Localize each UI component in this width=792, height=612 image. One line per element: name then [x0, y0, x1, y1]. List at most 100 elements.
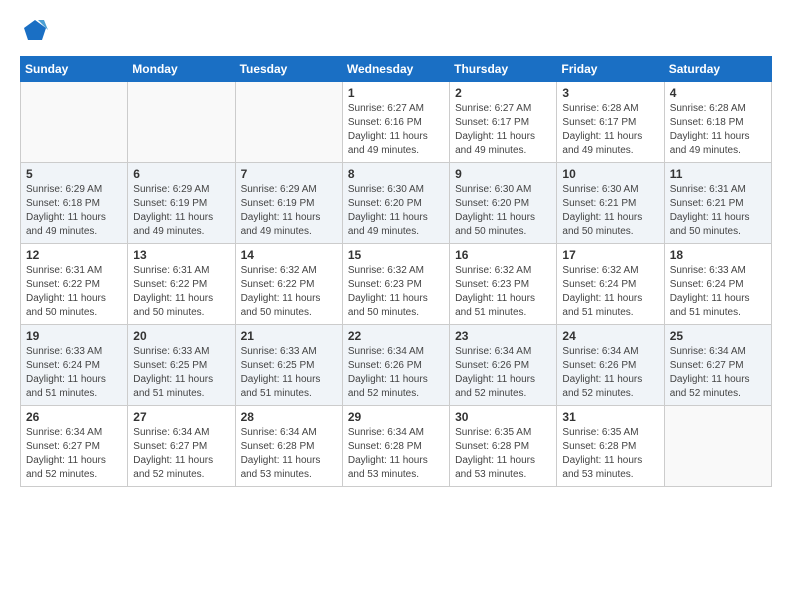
- day-number: 4: [670, 86, 766, 100]
- day-number: 24: [562, 329, 658, 343]
- calendar-cell: 1Sunrise: 6:27 AMSunset: 6:16 PMDaylight…: [342, 82, 449, 163]
- day-info: Sunrise: 6:34 AMSunset: 6:27 PMDaylight:…: [26, 426, 122, 482]
- calendar-cell: 9 Sunrise: 6:30 AMSunset: 6:20 PMDaylight…: [450, 163, 557, 244]
- day-info: Sunrise: 6:29 AMSunset: 6:18 PMDaylight:…: [26, 183, 122, 239]
- day-info: Sunrise: 6:33 AMSunset: 6:24 PMDaylight:…: [670, 264, 766, 320]
- day-info: Sunrise: 6:31 AMSunset: 6:22 PMDaylight:…: [26, 264, 122, 320]
- calendar-cell: 15Sunrise: 6:32 AMSunset: 6:23 PMDayligh…: [342, 244, 449, 325]
- day-number: 7: [241, 167, 337, 181]
- calendar-header-thursday: Thursday: [450, 57, 557, 82]
- calendar-week-row: 12 Sunrise: 6:31 AMSunset: 6:22 PMDayligh…: [21, 244, 772, 325]
- day-info: Sunrise: 6:27 AMSunset: 6:17 PMDaylight:…: [455, 102, 551, 158]
- calendar-cell: [21, 82, 128, 163]
- calendar-cell: [664, 406, 771, 487]
- day-number: 14: [241, 248, 337, 262]
- calendar-cell: 2 Sunrise: 6:27 AMSunset: 6:17 PMDaylight…: [450, 82, 557, 163]
- day-number: 3: [562, 86, 658, 100]
- day-info: Sunrise: 6:31 AMSunset: 6:21 PMDaylight:…: [670, 183, 766, 239]
- calendar-cell: 30 Sunrise: 6:35 AMSunset: 6:28 PMDayligh…: [450, 406, 557, 487]
- day-number: 13: [133, 248, 229, 262]
- day-info: Sunrise: 6:30 AMSunset: 6:20 PMDaylight:…: [455, 183, 551, 239]
- day-info: Sunrise: 6:34 AMSunset: 6:28 PMDaylight:…: [348, 426, 444, 482]
- day-number: 19: [26, 329, 122, 343]
- day-info: Sunrise: 6:32 AMSunset: 6:22 PMDaylight:…: [241, 264, 337, 320]
- logo-icon: [20, 16, 50, 46]
- day-info: Sunrise: 6:34 AMSunset: 6:28 PMDaylight:…: [241, 426, 337, 482]
- calendar-cell: 3 Sunrise: 6:28 AMSunset: 6:17 PMDaylight…: [557, 82, 664, 163]
- calendar-cell: 12 Sunrise: 6:31 AMSunset: 6:22 PMDayligh…: [21, 244, 128, 325]
- calendar-week-row: 26 Sunrise: 6:34 AMSunset: 6:27 PMDayligh…: [21, 406, 772, 487]
- calendar-header-friday: Friday: [557, 57, 664, 82]
- day-number: 21: [241, 329, 337, 343]
- calendar-cell: 13 Sunrise: 6:31 AMSunset: 6:22 PMDayligh…: [128, 244, 235, 325]
- day-info: Sunrise: 6:29 AMSunset: 6:19 PMDaylight:…: [241, 183, 337, 239]
- calendar-cell: 18 Sunrise: 6:33 AMSunset: 6:24 PMDayligh…: [664, 244, 771, 325]
- calendar-cell: 27 Sunrise: 6:34 AMSunset: 6:27 PMDayligh…: [128, 406, 235, 487]
- header: [20, 16, 772, 46]
- day-info: Sunrise: 6:34 AMSunset: 6:26 PMDaylight:…: [562, 345, 658, 401]
- calendar-cell: 16Sunrise: 6:32 AMSunset: 6:23 PMDayligh…: [450, 244, 557, 325]
- day-number: 11: [670, 167, 766, 181]
- calendar-cell: 29 Sunrise: 6:34 AMSunset: 6:28 PMDayligh…: [342, 406, 449, 487]
- day-info: Sunrise: 6:28 AMSunset: 6:18 PMDaylight:…: [670, 102, 766, 158]
- day-number: 10: [562, 167, 658, 181]
- calendar-cell: 31 Sunrise: 6:35 AMSunset: 6:28 PMDayligh…: [557, 406, 664, 487]
- calendar-cell: 7 Sunrise: 6:29 AMSunset: 6:19 PMDaylight…: [235, 163, 342, 244]
- calendar-cell: 22Sunrise: 6:34 AMSunset: 6:26 PMDayligh…: [342, 325, 449, 406]
- day-info: Sunrise: 6:32 AMSunset: 6:24 PMDaylight:…: [562, 264, 658, 320]
- calendar-header-saturday: Saturday: [664, 57, 771, 82]
- day-info: Sunrise: 6:30 AMSunset: 6:21 PMDaylight:…: [562, 183, 658, 239]
- day-number: 5: [26, 167, 122, 181]
- calendar-cell: 20Sunrise: 6:33 AMSunset: 6:25 PMDayligh…: [128, 325, 235, 406]
- day-number: 28: [241, 410, 337, 424]
- day-info: Sunrise: 6:31 AMSunset: 6:22 PMDaylight:…: [133, 264, 229, 320]
- calendar-cell: [128, 82, 235, 163]
- day-number: 31: [562, 410, 658, 424]
- day-number: 18: [670, 248, 766, 262]
- day-info: Sunrise: 6:33 AMSunset: 6:24 PMDaylight:…: [26, 345, 122, 401]
- day-number: 17: [562, 248, 658, 262]
- calendar-cell: 17 Sunrise: 6:32 AMSunset: 6:24 PMDayligh…: [557, 244, 664, 325]
- calendar-cell: 26 Sunrise: 6:34 AMSunset: 6:27 PMDayligh…: [21, 406, 128, 487]
- day-number: 1: [348, 86, 444, 100]
- day-number: 27: [133, 410, 229, 424]
- day-info: Sunrise: 6:34 AMSunset: 6:26 PMDaylight:…: [455, 345, 551, 401]
- calendar-header-row: SundayMondayTuesdayWednesdayThursdayFrid…: [21, 57, 772, 82]
- day-info: Sunrise: 6:30 AMSunset: 6:20 PMDaylight:…: [348, 183, 444, 239]
- calendar-cell: [235, 82, 342, 163]
- day-number: 9: [455, 167, 551, 181]
- page: SundayMondayTuesdayWednesdayThursdayFrid…: [0, 0, 792, 612]
- calendar-header-wednesday: Wednesday: [342, 57, 449, 82]
- day-info: Sunrise: 6:35 AMSunset: 6:28 PMDaylight:…: [455, 426, 551, 482]
- day-info: Sunrise: 6:35 AMSunset: 6:28 PMDaylight:…: [562, 426, 658, 482]
- calendar-cell: 21 Sunrise: 6:33 AMSunset: 6:25 PMDayligh…: [235, 325, 342, 406]
- day-info: Sunrise: 6:34 AMSunset: 6:26 PMDaylight:…: [348, 345, 444, 401]
- calendar-cell: 19 Sunrise: 6:33 AMSunset: 6:24 PMDayligh…: [21, 325, 128, 406]
- day-number: 23: [455, 329, 551, 343]
- calendar-week-row: 1Sunrise: 6:27 AMSunset: 6:16 PMDaylight…: [21, 82, 772, 163]
- day-info: Sunrise: 6:34 AMSunset: 6:27 PMDaylight:…: [670, 345, 766, 401]
- calendar-cell: 6 Sunrise: 6:29 AMSunset: 6:19 PMDaylight…: [128, 163, 235, 244]
- day-info: Sunrise: 6:29 AMSunset: 6:19 PMDaylight:…: [133, 183, 229, 239]
- calendar-week-row: 19 Sunrise: 6:33 AMSunset: 6:24 PMDayligh…: [21, 325, 772, 406]
- day-number: 6: [133, 167, 229, 181]
- day-number: 2: [455, 86, 551, 100]
- day-number: 29: [348, 410, 444, 424]
- day-number: 26: [26, 410, 122, 424]
- calendar-cell: 4 Sunrise: 6:28 AMSunset: 6:18 PMDaylight…: [664, 82, 771, 163]
- calendar-header-tuesday: Tuesday: [235, 57, 342, 82]
- calendar-cell: 8Sunrise: 6:30 AMSunset: 6:20 PMDaylight…: [342, 163, 449, 244]
- calendar-cell: 11 Sunrise: 6:31 AMSunset: 6:21 PMDayligh…: [664, 163, 771, 244]
- day-info: Sunrise: 6:33 AMSunset: 6:25 PMDaylight:…: [241, 345, 337, 401]
- day-info: Sunrise: 6:34 AMSunset: 6:27 PMDaylight:…: [133, 426, 229, 482]
- calendar-cell: 24 Sunrise: 6:34 AMSunset: 6:26 PMDayligh…: [557, 325, 664, 406]
- day-info: Sunrise: 6:32 AMSunset: 6:23 PMDaylight:…: [455, 264, 551, 320]
- day-info: Sunrise: 6:28 AMSunset: 6:17 PMDaylight:…: [562, 102, 658, 158]
- day-number: 25: [670, 329, 766, 343]
- calendar-cell: 10 Sunrise: 6:30 AMSunset: 6:21 PMDayligh…: [557, 163, 664, 244]
- calendar-cell: 14 Sunrise: 6:32 AMSunset: 6:22 PMDayligh…: [235, 244, 342, 325]
- calendar-cell: 25 Sunrise: 6:34 AMSunset: 6:27 PMDayligh…: [664, 325, 771, 406]
- calendar-header-sunday: Sunday: [21, 57, 128, 82]
- day-number: 30: [455, 410, 551, 424]
- day-number: 12: [26, 248, 122, 262]
